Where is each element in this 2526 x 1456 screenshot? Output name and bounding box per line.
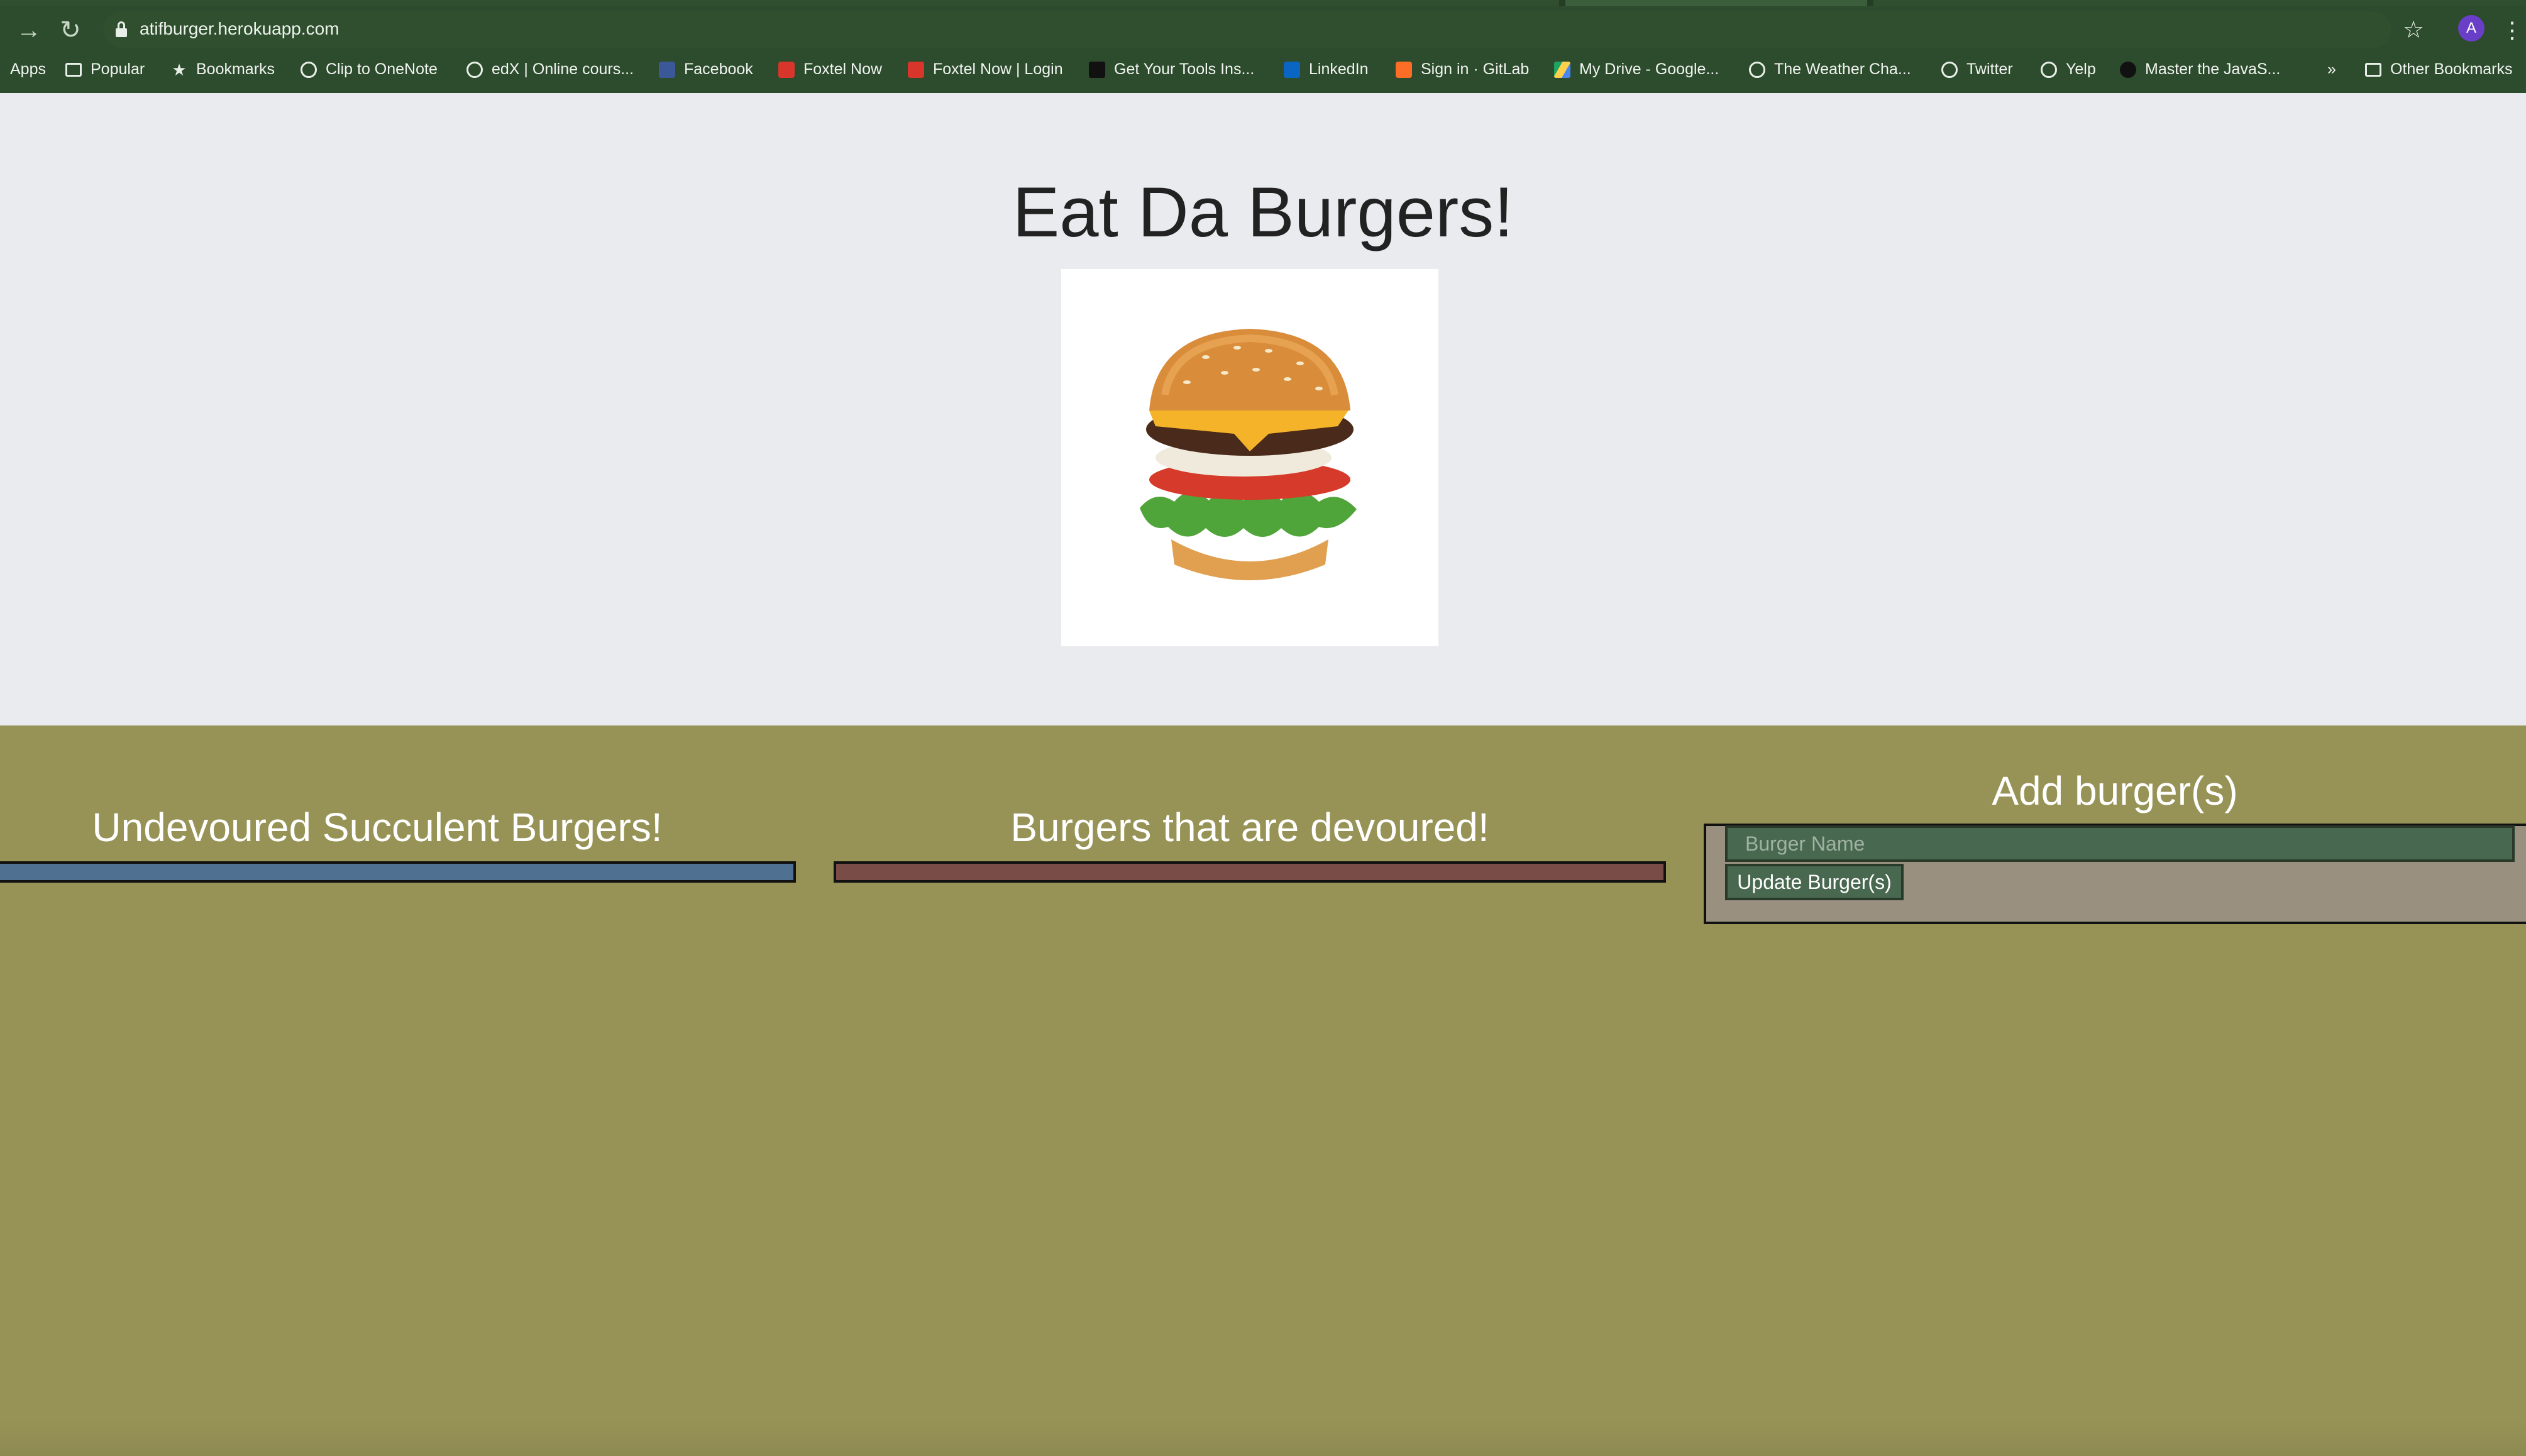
linkedin-icon — [1284, 62, 1300, 79]
bookmark-onenote[interactable]: Clip to OneNote — [301, 55, 438, 83]
bookmark-get-tools[interactable]: Get Your Tools Ins... — [1089, 55, 1254, 83]
bookmarks-overflow-button[interactable]: » — [2327, 55, 2336, 83]
bookmark-javascript[interactable]: Master the JavaS... — [2120, 55, 2280, 83]
folder-icon — [65, 63, 82, 77]
facebook-icon — [659, 62, 675, 79]
globe-icon — [1749, 62, 1765, 79]
bookmark-apps[interactable]: Apps — [10, 55, 46, 83]
tab-strip — [0, 0, 2526, 6]
bookmark-label: edX | Online cours... — [492, 60, 634, 78]
bookmark-label: Yelp — [2066, 60, 2096, 78]
url-text[interactable]: atifburger.herokuapp.com — [140, 16, 339, 41]
bookmark-label: The Weather Cha... — [1774, 60, 1911, 78]
reload-icon[interactable]: ↻ — [53, 13, 88, 48]
profile-avatar[interactable]: A — [2458, 15, 2485, 41]
medium-icon — [2120, 62, 2136, 79]
globe-icon — [301, 62, 317, 79]
bookmark-label: Other Bookmarks — [2390, 60, 2513, 78]
bookmark-label: Twitter — [1966, 60, 2013, 78]
bookmark-bookmarks[interactable]: ★ Bookmarks — [171, 55, 275, 83]
browser-menu-icon[interactable]: ⋮ — [2501, 13, 2523, 48]
bookmark-label: Popular — [91, 60, 145, 78]
undevoured-list — [0, 861, 796, 883]
overflow-label: » — [2327, 60, 2336, 78]
bookmark-yelp[interactable]: Yelp — [2041, 55, 2096, 83]
gitlab-icon — [1396, 62, 1412, 79]
bookmark-linkedin[interactable]: LinkedIn — [1284, 55, 1369, 83]
bookmark-foxtel-login[interactable]: Foxtel Now | Login — [908, 55, 1063, 83]
bookmark-gitlab[interactable]: Sign in · GitLab — [1396, 55, 1529, 83]
folder-icon — [2365, 63, 2381, 77]
bookmark-label: Get Your Tools Ins... — [1114, 60, 1255, 78]
bookmark-drive[interactable]: My Drive - Google... — [1554, 55, 1719, 83]
bookmark-facebook[interactable]: Facebook — [659, 55, 753, 83]
bookmark-popular[interactable]: Popular — [65, 55, 145, 83]
globe-icon — [2041, 62, 2057, 79]
forward-icon[interactable]: → — [11, 13, 47, 48]
page-title: Eat Da Burgers! — [1012, 173, 1514, 251]
devoured-list — [834, 861, 1666, 883]
add-burger-title: Add burger(s) — [1992, 768, 2238, 813]
update-burgers-button[interactable]: Update Burger(s) — [1725, 864, 1904, 900]
browser-chrome: → ↻ atifburger.herokuapp.com ☆ A ⋮ Apps … — [0, 0, 2526, 93]
bookmark-label: LinkedIn — [1309, 60, 1369, 78]
globe-icon — [466, 62, 483, 79]
burger-name-input[interactable] — [1725, 825, 2515, 862]
other-bookmarks[interactable]: Other Bookmarks — [2365, 55, 2513, 83]
bookmark-label: Master the JavaS... — [2145, 60, 2281, 78]
bookmark-label: Sign in · GitLab — [1421, 60, 1530, 78]
book-icon — [1089, 62, 1105, 79]
bookmark-label: Clip to OneNote — [326, 60, 438, 78]
bookmark-edx[interactable]: edX | Online cours... — [466, 55, 634, 83]
bookmark-label: Foxtel Now — [803, 60, 883, 78]
bookmark-star-icon[interactable]: ☆ — [2403, 13, 2424, 48]
foxtel-icon — [908, 62, 924, 79]
undevoured-title: Undevoured Succulent Burgers! — [92, 805, 663, 850]
bookmark-twitter[interactable]: Twitter — [1941, 55, 2013, 83]
lock-icon[interactable] — [116, 21, 127, 38]
bookmark-label: Foxtel Now | Login — [933, 60, 1063, 78]
tab[interactable] — [1565, 0, 1867, 6]
bookmark-foxtel-now[interactable]: Foxtel Now — [778, 55, 882, 83]
drive-icon — [1554, 62, 1570, 79]
burger-image — [1061, 269, 1438, 646]
bookmark-label: Facebook — [684, 60, 753, 78]
jumbotron: Eat Da Burgers! — [0, 93, 2526, 725]
page-bottom — [0, 1421, 2526, 1456]
globe-icon — [1941, 62, 1958, 79]
star-icon: ★ — [172, 60, 187, 80]
address-bar[interactable] — [103, 11, 2391, 48]
devoured-title: Burgers that are devoured! — [1010, 805, 1489, 850]
bookmark-weather[interactable]: The Weather Cha... — [1749, 55, 1911, 83]
burger-illustration — [1140, 329, 1357, 580]
bookmark-label: Apps — [10, 60, 46, 78]
bookmarks-bar: Apps Popular ★ Bookmarks Clip to OneNote … — [0, 55, 2526, 83]
foxtel-icon — [778, 62, 795, 79]
bookmark-label: Bookmarks — [196, 60, 275, 78]
tab[interactable] — [0, 0, 1559, 6]
tab[interactable] — [1873, 0, 2526, 6]
bookmark-label: My Drive - Google... — [1579, 60, 1719, 78]
